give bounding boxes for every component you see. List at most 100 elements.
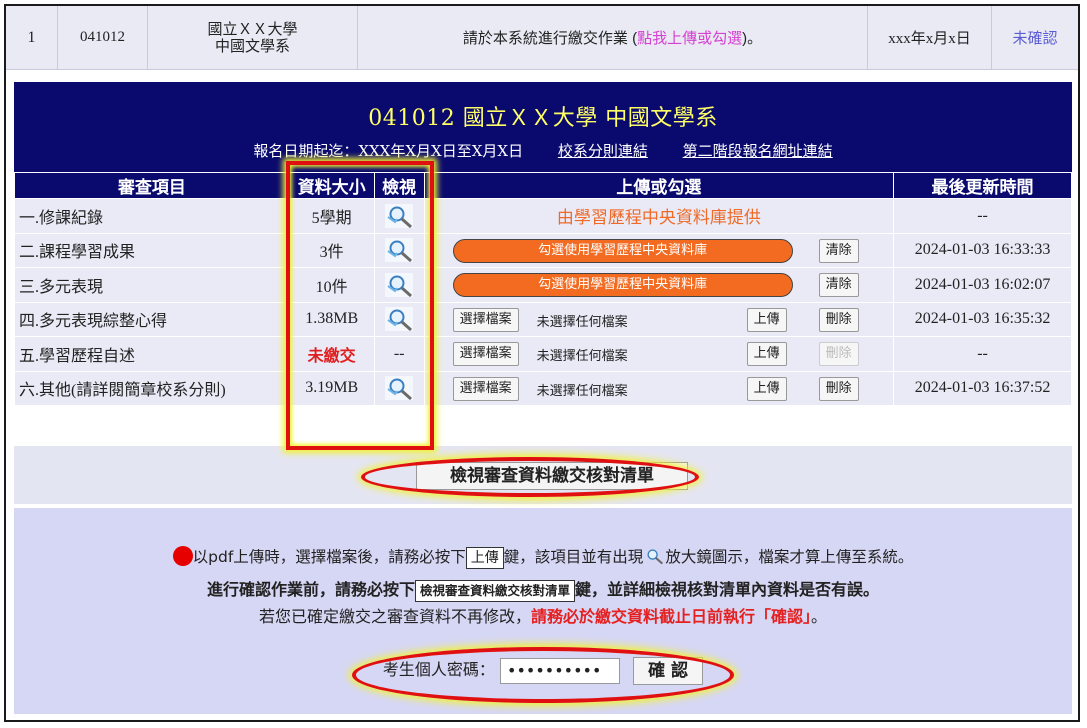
- item-name: 一.修課紀錄: [14, 198, 290, 234]
- magnifier-icon[interactable]: [384, 203, 414, 229]
- upload-button[interactable]: 上傳: [746, 307, 787, 332]
- upload-button[interactable]: 上傳: [746, 376, 787, 401]
- checklist-row: 檢視審查資料繳交核對清單: [14, 446, 1072, 506]
- checklist-key-label: 檢視審查資料繳交核對清單: [414, 580, 575, 602]
- red-dot-icon: [172, 546, 193, 566]
- file-status: 未選擇任何檔案: [536, 314, 628, 330]
- item-size: 1.38MB: [288, 301, 375, 337]
- table-row: 三.多元表現 10件 勾選使用學習歷程中央資料庫 清除 2024-01-03 1…: [14, 267, 1072, 303]
- magnifier-icon[interactable]: [384, 237, 414, 263]
- instruction-text: 進行確認作業前，請務必按下: [206, 580, 415, 599]
- instruction-text: 放大鏡圖示，檔案才算上傳至系統。: [665, 548, 914, 566]
- view-cell: [373, 232, 425, 268]
- item-size: 3.19MB: [288, 370, 375, 406]
- col-header-upload: 上傳或勾選: [423, 172, 895, 199]
- confirm-button[interactable]: 確 認: [633, 656, 704, 685]
- department-code: 041012: [58, 6, 148, 69]
- department-summary-row: 1 041012 國立ＸＸ大學 中國文學系 請於本系統進行繳交作業 (點我上傳或…: [6, 6, 1078, 70]
- upload-cell: 勾選使用學習歷程中央資料庫 清除: [423, 267, 895, 303]
- registration-period: 報名日期起迄：XXX年X月X日至X月X日: [253, 142, 524, 160]
- item-size: 5學期: [288, 198, 375, 234]
- file-status: 未選擇任何檔案: [536, 383, 628, 399]
- item-name: 三.多元表現: [14, 267, 290, 303]
- view-cell: [373, 267, 425, 303]
- magnifier-icon[interactable]: [384, 306, 414, 332]
- table-row: 六.其他(請詳閱簡章校系分則) 3.19MB 選擇檔案 未選擇任何檔案 上傳 刪…: [14, 370, 1072, 406]
- school-name: 國立ＸＸ大學: [207, 20, 298, 38]
- last-updated: 2024-01-03 16:02:07: [893, 267, 1072, 303]
- submission-notice: 請於本系統進行繳交作業 (點我上傳或勾選)。: [358, 6, 868, 69]
- item-name: 四.多元表現綜整心得: [14, 301, 290, 337]
- second-stage-link[interactable]: 第二階段報名網址連結: [683, 142, 833, 160]
- view-cell: [373, 370, 425, 406]
- password-label: 考生個人密碼：: [382, 660, 495, 679]
- choose-file-button[interactable]: 選擇檔案: [452, 376, 519, 401]
- clear-button[interactable]: 清除: [818, 238, 859, 263]
- central-database-note: 由學習歷程中央資料庫提供: [423, 198, 895, 234]
- table-row: 四.多元表現綜整心得 1.38MB 選擇檔案 未選擇任何檔案 上傳 刪除 202…: [14, 301, 1072, 337]
- row-number: 1: [6, 6, 58, 69]
- item-name: 五.學習歷程自述: [14, 336, 290, 372]
- upload-button[interactable]: 上傳: [746, 342, 787, 366]
- col-header-updated: 最後更新時間: [893, 172, 1072, 199]
- upload-cell: 選擇檔案 未選擇任何檔案 上傳 刪除: [423, 336, 895, 372]
- item-size: 3件: [288, 232, 375, 268]
- instruction-text: 鍵，該項目並有出現: [503, 548, 644, 566]
- confirmation-status[interactable]: 未確認: [992, 6, 1078, 69]
- magnifier-icon[interactable]: [384, 375, 414, 401]
- school-department: 國立ＸＸ大學 中國文學系: [148, 6, 358, 69]
- notice-text: 請於本系統進行繳交作業 (: [462, 30, 638, 47]
- clear-button[interactable]: 清除: [818, 273, 859, 297]
- department-name: 中國文學系: [214, 37, 290, 55]
- last-updated: 2024-01-03 16:37:52: [893, 370, 1072, 406]
- use-central-database-button[interactable]: 勾選使用學習歷程中央資料庫: [452, 238, 793, 263]
- file-status: 未選擇任何檔案: [536, 349, 628, 364]
- table-row: 五.學習歷程自述 未繳交 -- 選擇檔案 未選擇任何檔案 上傳 刪除 --: [14, 336, 1072, 372]
- instruction-text: 。: [811, 607, 828, 626]
- delete-button[interactable]: 刪除: [818, 307, 859, 332]
- last-updated: --: [893, 336, 1072, 372]
- use-central-database-button[interactable]: 勾選使用學習歷程中央資料庫: [452, 273, 793, 297]
- choose-file-button[interactable]: 選擇檔案: [452, 342, 519, 366]
- page-title: 041012 國立ＸＸ大學 中國文學系: [368, 106, 718, 131]
- col-header-size: 資料大小: [288, 172, 375, 199]
- upload-cell: 選擇檔案 未選擇任何檔案 上傳 刪除: [423, 370, 895, 406]
- notice-text-end: )。: [742, 30, 763, 47]
- item-name: 二.課程學習成果: [14, 232, 290, 268]
- deadline-warning: 請務必於繳交資料截止日前執行「確認」: [530, 607, 811, 626]
- instruction-line-1: 以pdf上傳時，選擇檔案後，請務必按下 上傳 鍵，該項目並有出現 放大鏡圖示，檔案才算…: [14, 545, 1072, 569]
- instruction-text: 鍵，並詳細檢視核對清單內資料是否有誤。: [575, 580, 880, 599]
- upload-key-label: 上傳: [465, 547, 504, 569]
- instructions-panel: 以pdf上傳時，選擇檔案後，請務必按下 上傳 鍵，該項目並有出現 放大鏡圖示，檔案才算…: [14, 508, 1072, 714]
- delete-button-disabled: 刪除: [818, 342, 859, 366]
- instruction-line-3: 若您已確定繳交之審查資料不再修改，請務必於繳交資料截止日前執行「確認」。: [14, 603, 1072, 627]
- view-cell: [373, 198, 425, 234]
- col-header-view: 檢視: [373, 172, 425, 199]
- header-subline: 報名日期起迄：XXX年X月X日至X月X日 校系分則連結 第二階段報名網址連結: [14, 140, 1072, 161]
- table-header-row: 審查項目 資料大小 檢視 上傳或勾選 最後更新時間: [14, 172, 1072, 199]
- instruction-text: 以pdf上傳時，選擇檔案後，請務必按下: [192, 548, 466, 566]
- password-row: 考生個人密碼： •••••••••• 確 認: [14, 656, 1072, 685]
- table-row: 二.課程學習成果 3件 勾選使用學習歷程中央資料庫 清除 2024-01-03 …: [14, 232, 1072, 268]
- view-placeholder: --: [373, 336, 425, 372]
- password-field[interactable]: ••••••••••: [500, 657, 620, 684]
- magnifier-icon[interactable]: [384, 272, 414, 298]
- deadline-date: xxx年x月x日: [868, 6, 992, 69]
- table-row: 一.修課紀錄 5學期 由學習歷程中央資料庫提供 --: [14, 198, 1072, 234]
- item-name: 六.其他(請詳閱簡章校系分則): [14, 370, 290, 406]
- view-checklist-button[interactable]: 檢視審查資料繳交核對清單: [416, 462, 688, 490]
- upload-cell: 選擇檔案 未選擇任何檔案 上傳 刪除: [423, 301, 895, 337]
- upload-cell: 勾選使用學習歷程中央資料庫 清除: [423, 232, 895, 268]
- item-size: 10件: [288, 267, 375, 303]
- upload-link[interactable]: 點我上傳或勾選: [637, 27, 742, 48]
- view-cell: [373, 301, 425, 337]
- instruction-line-2: 進行確認作業前，請務必按下 檢視審查資料繳交核對清單 鍵，並詳細檢視核對清單內資料是…: [14, 576, 1072, 602]
- delete-button[interactable]: 刪除: [818, 376, 859, 401]
- review-items-table: 審查項目 資料大小 檢視 上傳或勾選 最後更新時間 一.修課紀錄 5學期 由學習…: [14, 172, 1072, 406]
- department-rules-link[interactable]: 校系分則連結: [558, 142, 648, 160]
- magnifier-icon: [647, 549, 664, 565]
- col-header-item: 審查項目: [14, 172, 290, 199]
- last-updated: 2024-01-03 16:33:33: [893, 232, 1072, 268]
- department-header: 041012 國立ＸＸ大學 中國文學系 報名日期起迄：XXX年X月X日至X月X日…: [14, 82, 1072, 172]
- choose-file-button[interactable]: 選擇檔案: [452, 307, 519, 332]
